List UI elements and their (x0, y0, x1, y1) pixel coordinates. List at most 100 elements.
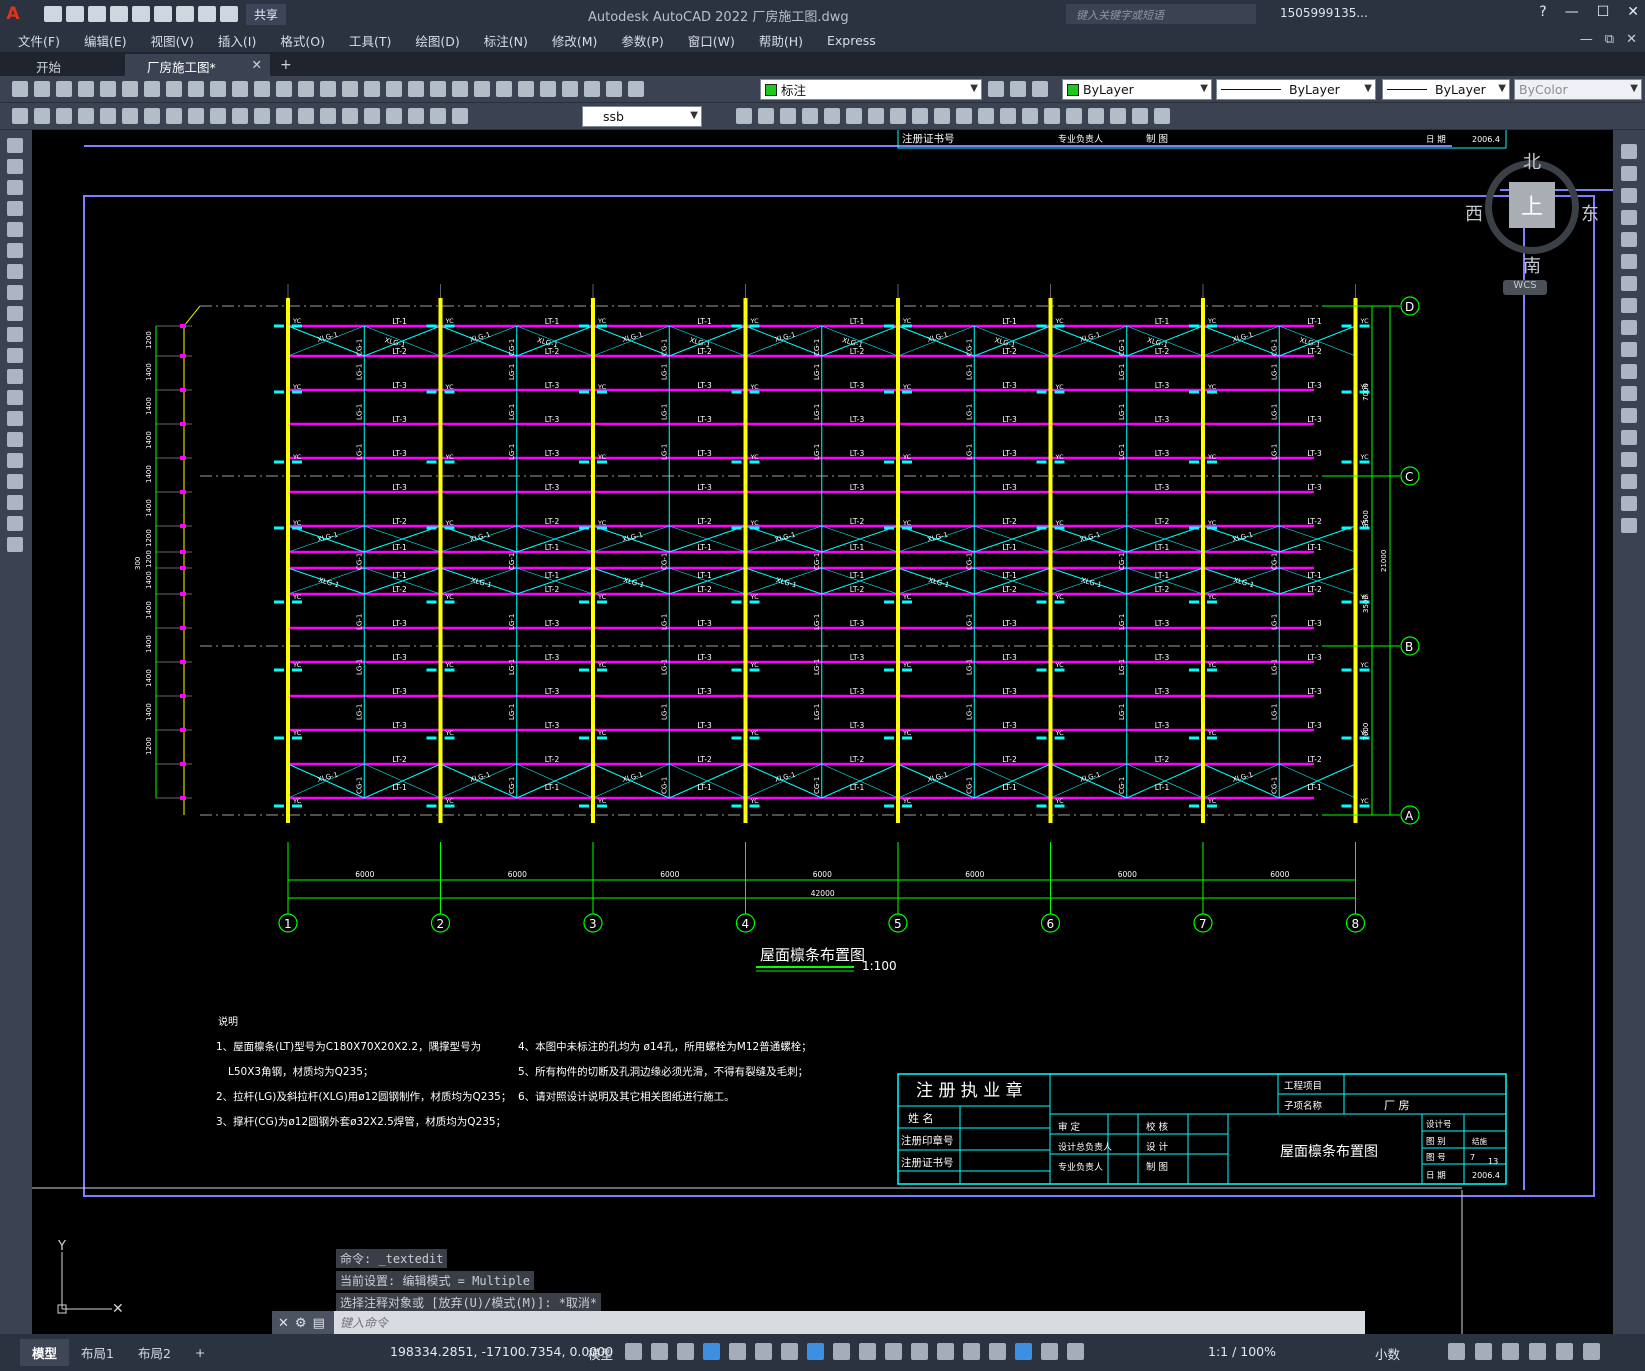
open-icon[interactable] (34, 81, 50, 97)
customize-icon[interactable]: ⚙ (295, 1316, 307, 1331)
scale-icon[interactable] (890, 108, 906, 124)
properties-icon[interactable] (408, 81, 424, 97)
infer-icon[interactable] (677, 1343, 694, 1360)
selection-filter-icon[interactable] (963, 1343, 980, 1360)
explode-side-icon[interactable] (1621, 518, 1637, 533)
dynamic-ucs-icon[interactable] (937, 1343, 954, 1360)
break-at-point-icon[interactable] (978, 108, 994, 124)
lock-icon[interactable] (628, 81, 644, 97)
redo-icon[interactable] (220, 6, 238, 22)
sheet-set-icon[interactable] (474, 81, 490, 97)
layer-match-icon[interactable] (1010, 81, 1026, 97)
menu-view[interactable]: 视图(V) (151, 31, 194, 50)
break-side-icon[interactable] (1621, 386, 1637, 401)
autocad-logo-icon[interactable]: A (0, 0, 26, 28)
new-tab-button[interactable]: + (280, 57, 292, 73)
fillet-icon[interactable] (1044, 108, 1060, 124)
angular-icon[interactable] (166, 108, 182, 124)
lineweight-dropdown[interactable]: ByLayer ▼ (1382, 79, 1510, 100)
line-icon[interactable] (7, 138, 23, 153)
view-cube[interactable]: 上 北 南 西 东 WCS (1465, 148, 1599, 298)
join-icon[interactable] (1000, 108, 1016, 124)
layer-state-icon[interactable] (1032, 81, 1048, 97)
revision-cloud-icon[interactable] (7, 285, 23, 300)
print-icon[interactable] (176, 6, 194, 22)
diameter-icon[interactable] (144, 108, 160, 124)
insert-block-icon[interactable] (7, 369, 23, 384)
new-file-icon[interactable] (44, 6, 62, 22)
fillet-side-icon[interactable] (1621, 474, 1637, 489)
hatch-icon[interactable] (7, 432, 23, 447)
join-side-icon[interactable] (1621, 430, 1637, 445)
baseline-icon[interactable] (210, 108, 226, 124)
isodraft-icon[interactable] (755, 1343, 772, 1360)
menu-express[interactable]: Express (827, 33, 876, 48)
doc-restore-icon[interactable]: ⧉ (1605, 32, 1614, 47)
trim-icon[interactable] (934, 108, 950, 124)
layer-previous-icon[interactable] (988, 81, 1004, 97)
3d-osnap-icon[interactable] (911, 1343, 928, 1360)
ordinate-icon[interactable] (78, 108, 94, 124)
stretch-side-icon[interactable] (1621, 320, 1637, 335)
circle-icon[interactable] (7, 264, 23, 279)
bring-front-icon[interactable] (1110, 108, 1126, 124)
compass-west[interactable]: 西 (1465, 200, 1483, 226)
erase-side-icon[interactable] (1621, 144, 1637, 159)
menu-format[interactable]: 格式(O) (280, 31, 325, 50)
annotation-visibility-icon[interactable] (1015, 1343, 1032, 1360)
model-space-toggle[interactable]: 模型 (588, 1344, 613, 1363)
text-front-icon[interactable] (1154, 108, 1170, 124)
new-icon[interactable] (12, 81, 28, 97)
auto-scale-icon[interactable] (1041, 1343, 1058, 1360)
tab-start[interactable]: 开始 (0, 54, 125, 76)
tool-palettes-icon[interactable] (452, 81, 468, 97)
plot-icon[interactable] (78, 81, 94, 97)
user-account[interactable]: 1505999135... (1280, 6, 1368, 20)
construction-line-icon[interactable] (7, 159, 23, 174)
doc-close-icon[interactable]: ✕ (1626, 32, 1637, 47)
layout-tab-1[interactable]: 布局1 (69, 1339, 126, 1366)
center-mark-icon[interactable] (320, 108, 336, 124)
menu-window[interactable]: 窗口(W) (688, 31, 735, 50)
polygon-icon[interactable] (7, 201, 23, 216)
zoom-previous-icon[interactable] (386, 81, 402, 97)
clean-screen-icon[interactable] (1556, 1343, 1573, 1360)
doc-minimize-icon[interactable]: — (1580, 32, 1593, 47)
ellipse-arc-icon[interactable] (7, 348, 23, 363)
design-center-icon[interactable] (430, 81, 446, 97)
pan-icon[interactable] (320, 81, 336, 97)
zoom-realtime-icon[interactable] (342, 81, 358, 97)
dim-edit-icon[interactable] (386, 108, 402, 124)
radius-icon[interactable] (100, 108, 116, 124)
import-icon[interactable] (132, 6, 150, 22)
customization-icon[interactable] (1583, 1343, 1600, 1360)
compass-south[interactable]: 南 (1523, 252, 1541, 278)
quick-properties-icon[interactable] (1448, 1343, 1465, 1360)
preview-icon[interactable] (100, 81, 116, 97)
menu-tools[interactable]: 工具(T) (349, 31, 391, 50)
graphics-icon[interactable] (1529, 1343, 1546, 1360)
move-side-icon[interactable] (1621, 254, 1637, 269)
menu-draw[interactable]: 绘图(D) (415, 31, 459, 50)
array-side-icon[interactable] (1621, 232, 1637, 247)
save-icon[interactable] (56, 81, 72, 97)
explode-icon[interactable] (1066, 108, 1082, 124)
lock-ui-icon[interactable] (1475, 1343, 1492, 1360)
close-command-icon[interactable]: ✕ (278, 1316, 289, 1331)
menu-file[interactable]: 文件(F) (18, 31, 60, 50)
layer-dropdown[interactable]: 标注 ▼ (760, 79, 982, 100)
jogged-icon[interactable] (122, 108, 138, 124)
gizmo-icon[interactable] (989, 1343, 1006, 1360)
compass-north[interactable]: 北 (1523, 148, 1541, 174)
command-input[interactable] (334, 1312, 1365, 1334)
recent-commands-icon[interactable]: ▤ (313, 1316, 325, 1331)
annotation-scale[interactable]: 1:1 / 100% (1208, 1344, 1276, 1359)
copy-icon[interactable] (188, 81, 204, 97)
compass-east[interactable]: 东 (1581, 200, 1599, 226)
transparency-icon[interactable] (859, 1343, 876, 1360)
linetype-dropdown[interactable]: ByLayer ▼ (1216, 79, 1376, 100)
trim-side-icon[interactable] (1621, 342, 1637, 357)
object-track-icon[interactable] (781, 1343, 798, 1360)
lineweight-icon[interactable] (833, 1343, 850, 1360)
help-icon[interactable] (540, 81, 556, 97)
